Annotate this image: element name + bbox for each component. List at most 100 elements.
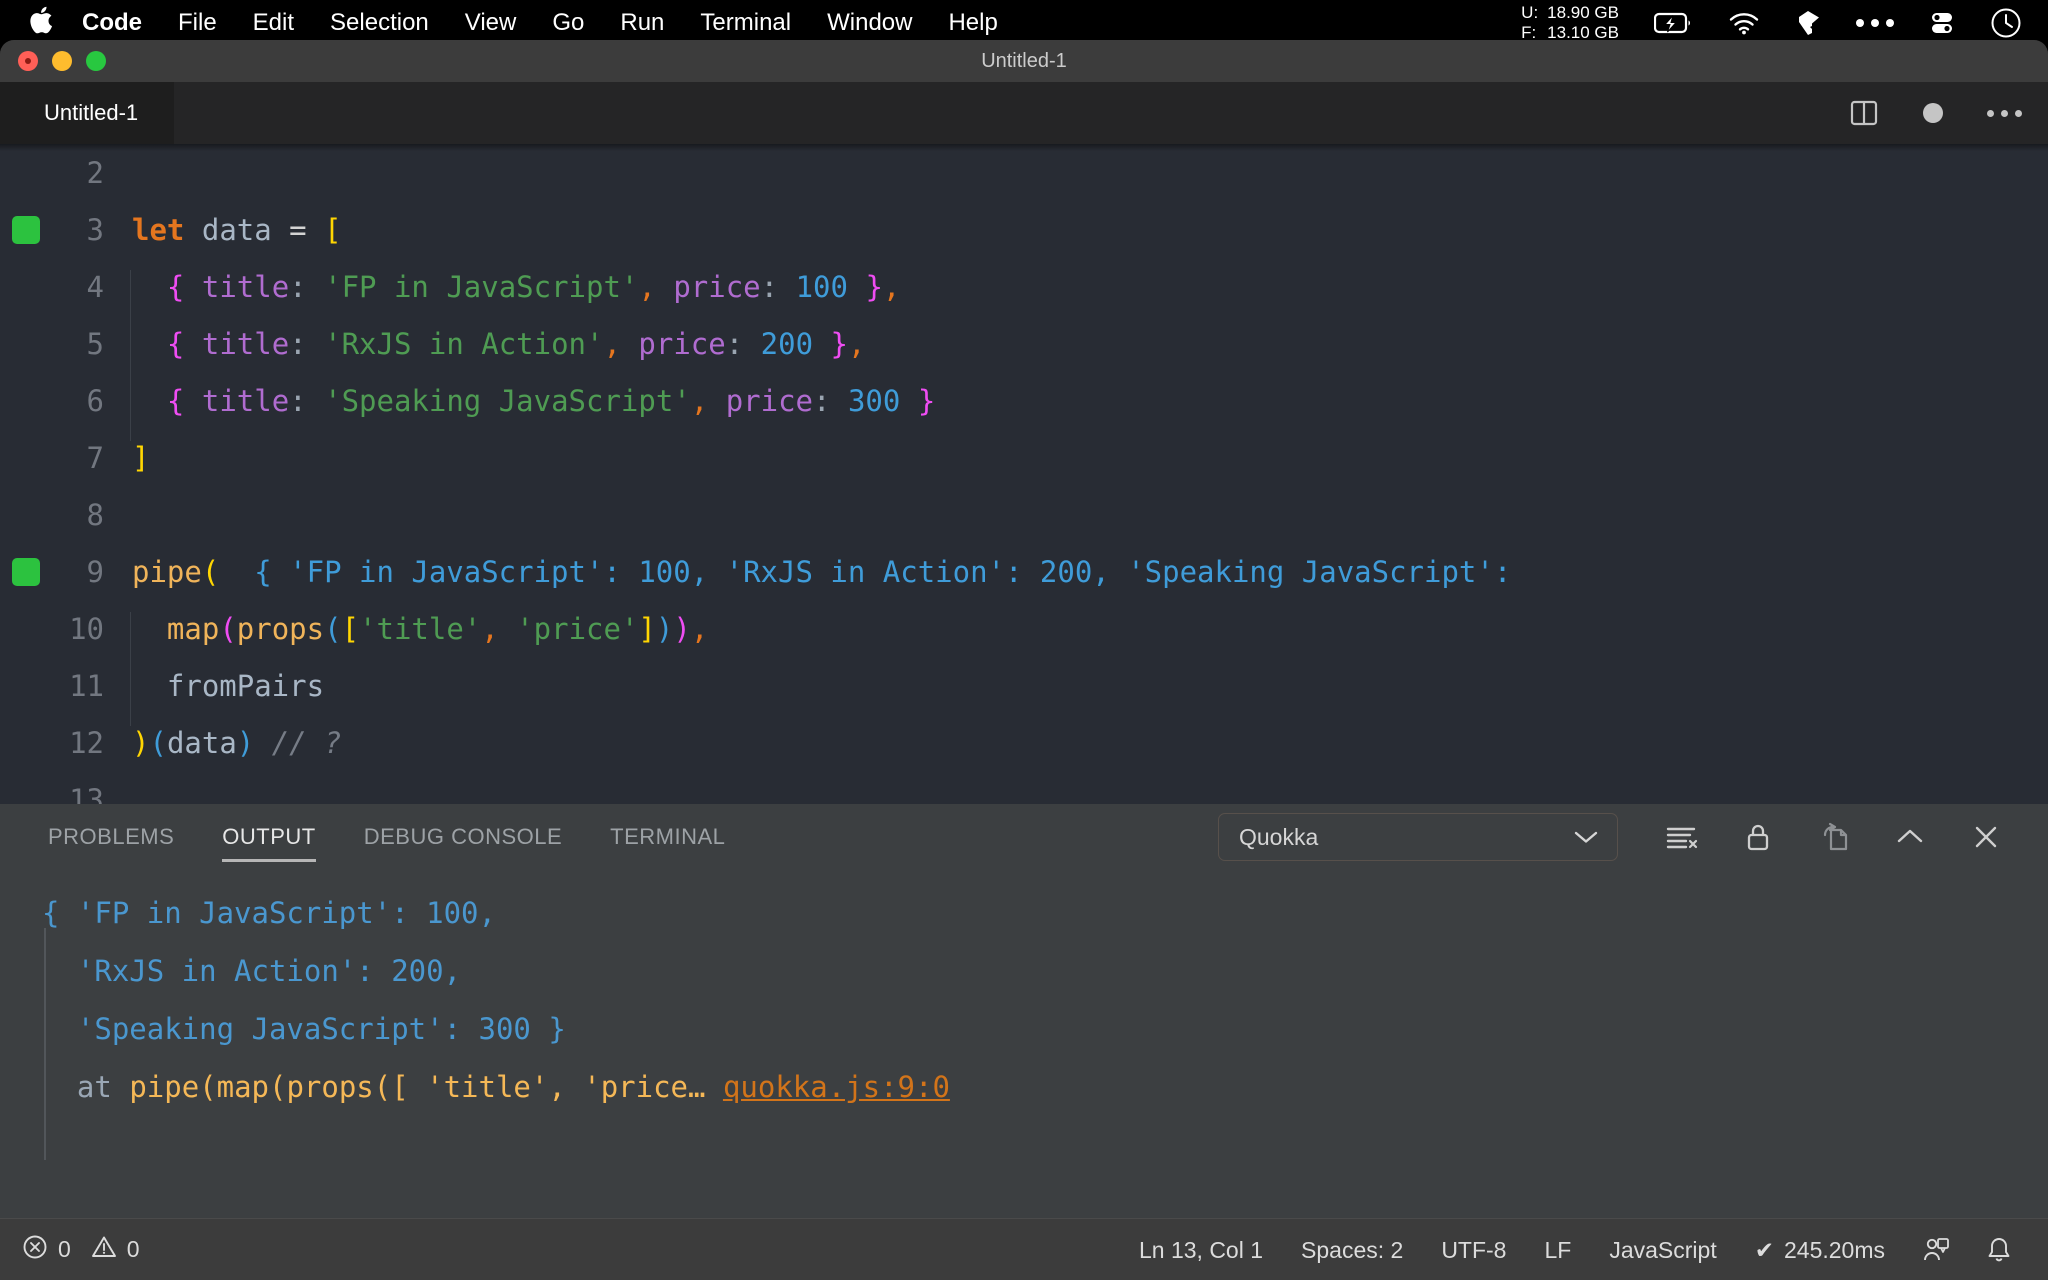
line-code: let data = [ xyxy=(130,213,342,247)
code-line[interactable]: 3 let data = [ xyxy=(0,201,2048,258)
menu-item-view[interactable]: View xyxy=(447,0,535,45)
open-in-editor-icon[interactable] xyxy=(1796,804,1872,870)
output-source-link[interactable]: quokka.js:9:0 xyxy=(723,1070,950,1104)
live-share-icon[interactable] xyxy=(1904,1236,1968,1264)
dropbox-icon[interactable] xyxy=(1794,9,1822,37)
chevron-down-icon xyxy=(1573,824,1599,851)
code-token: { xyxy=(166,383,185,418)
control-center-icon[interactable] xyxy=(1928,9,1956,37)
code-token: ) xyxy=(655,611,674,646)
line-number: 8 xyxy=(86,497,104,532)
code-line[interactable]: 4 { title: 'FP in JavaScript', price: 10… xyxy=(0,258,2048,327)
bell-icon[interactable] xyxy=(1968,1236,2030,1264)
code-token: data xyxy=(166,725,237,760)
clear-output-icon[interactable] xyxy=(1644,804,1720,870)
quokka-time: 245.20ms xyxy=(1783,1236,1885,1263)
code-token: 'Speaking JavaScript' xyxy=(324,383,691,418)
code-line[interactable]: 8 xyxy=(0,486,2048,543)
code-line[interactable]: 7] xyxy=(0,429,2048,486)
panel-tab-debug-console[interactable]: DEBUG CONSOLE xyxy=(364,804,562,870)
close-panel-icon[interactable] xyxy=(1948,804,2024,870)
line-code: ] xyxy=(130,441,149,475)
code-token: ] xyxy=(638,611,656,646)
status-language-mode[interactable]: JavaScript xyxy=(1590,1237,1735,1264)
menu-item-file[interactable]: File xyxy=(160,0,235,45)
code-line[interactable]: 10 map(props(['title', 'price'])), xyxy=(0,600,2048,669)
code-token: ( xyxy=(219,611,237,646)
code-line[interactable]: 11 fromPairs xyxy=(0,657,2048,726)
code-token: , xyxy=(481,611,499,646)
menu-item-selection[interactable]: Selection xyxy=(312,0,447,45)
code-token: ( xyxy=(324,611,342,646)
code-token: { xyxy=(166,326,185,361)
apple-logo-icon[interactable] xyxy=(28,5,54,40)
wifi-icon[interactable] xyxy=(1728,11,1760,35)
unsaved-dot-icon[interactable] xyxy=(1923,103,1943,123)
menu-item-code[interactable]: Code xyxy=(76,0,160,45)
minimize-button[interactable] xyxy=(52,51,72,71)
status-quokka-timing[interactable]: ✔ 245.20ms xyxy=(1736,1237,1904,1264)
status-eol[interactable]: LF xyxy=(1525,1237,1590,1264)
output-content[interactable]: { 'FP in JavaScript': 100, 'RxJS in Acti… xyxy=(0,870,2048,1218)
error-count: 0 xyxy=(58,1236,71,1262)
code-line[interactable]: 2 xyxy=(0,144,2048,201)
traffic-lights xyxy=(18,40,106,82)
menu-item-go[interactable]: Go xyxy=(534,0,602,45)
more-actions-icon[interactable] xyxy=(1987,109,2022,117)
code-line[interactable]: 5 { title: 'RxJS in Action', price: 200 … xyxy=(0,315,2048,384)
code-token: : xyxy=(289,383,307,418)
line-number: 7 xyxy=(86,440,104,475)
code-token: [ xyxy=(341,611,360,646)
panel-tab-output[interactable]: OUTPUT xyxy=(222,804,317,870)
code-token: : xyxy=(760,269,779,304)
line-code: { title: 'FP in JavaScript', price: 100 … xyxy=(130,269,901,327)
split-editor-icon[interactable] xyxy=(1849,98,1879,128)
output-line: 'Speaking JavaScript': 300 } xyxy=(0,1000,2048,1058)
maximize-panel-icon[interactable] xyxy=(1872,804,1948,870)
code-line[interactable]: 9 pipe( { 'FP in JavaScript': 100, 'RxJS … xyxy=(0,543,2048,600)
menu-item-window[interactable]: Window xyxy=(809,0,930,45)
code-token: map xyxy=(166,611,220,646)
memory-indicator[interactable]: U: F: 18.90 GB 13.10 GB xyxy=(1521,3,1619,43)
code-line[interactable]: 13 xyxy=(0,771,2048,805)
code-editor[interactable]: 2 3 let data = [4 { title: 'FP in JavaScri… xyxy=(0,144,2048,804)
status-encoding[interactable]: UTF-8 xyxy=(1422,1237,1525,1264)
status-problems[interactable]: 0 0 xyxy=(22,1234,140,1266)
code-token: } xyxy=(917,383,936,418)
clock-icon[interactable] xyxy=(1990,7,2022,39)
tab-untitled-1[interactable]: Untitled-1 xyxy=(0,82,176,144)
close-button[interactable] xyxy=(18,51,38,71)
status-bar-right: Ln 13, Col 1 Spaces: 2 UTF-8 LF JavaScri… xyxy=(1120,1219,2030,1280)
menu-item-edit[interactable]: Edit xyxy=(235,0,312,45)
panel-tab-terminal[interactable]: TERMINAL xyxy=(610,804,725,870)
code-token: pipe xyxy=(132,554,202,589)
battery-charging-icon[interactable] xyxy=(1654,11,1694,35)
maximize-button[interactable] xyxy=(86,51,106,71)
code-token: title xyxy=(201,326,290,361)
code-line[interactable]: 12)(data) // ? xyxy=(0,714,2048,771)
ellipsis-icon[interactable] xyxy=(1856,18,1894,27)
panel-tab-problems[interactable]: PROBLEMS xyxy=(48,804,174,870)
menu-item-help[interactable]: Help xyxy=(930,0,1015,45)
menu-item-terminal[interactable]: Terminal xyxy=(682,0,809,45)
code-line[interactable]: 6 { title: 'Speaking JavaScript', price:… xyxy=(0,372,2048,441)
status-cursor-position[interactable]: Ln 13, Col 1 xyxy=(1120,1237,1282,1264)
status-indentation[interactable]: Spaces: 2 xyxy=(1282,1237,1422,1264)
code-token: price xyxy=(638,326,726,361)
warning-count: 0 xyxy=(126,1236,140,1262)
code-token: , xyxy=(882,269,901,304)
code-token: : xyxy=(725,326,744,361)
menu-item-run[interactable]: Run xyxy=(602,0,682,45)
lock-scroll-icon[interactable] xyxy=(1720,804,1796,870)
output-channel-select[interactable]: Quokka xyxy=(1218,813,1618,861)
code-token: data xyxy=(201,212,272,247)
